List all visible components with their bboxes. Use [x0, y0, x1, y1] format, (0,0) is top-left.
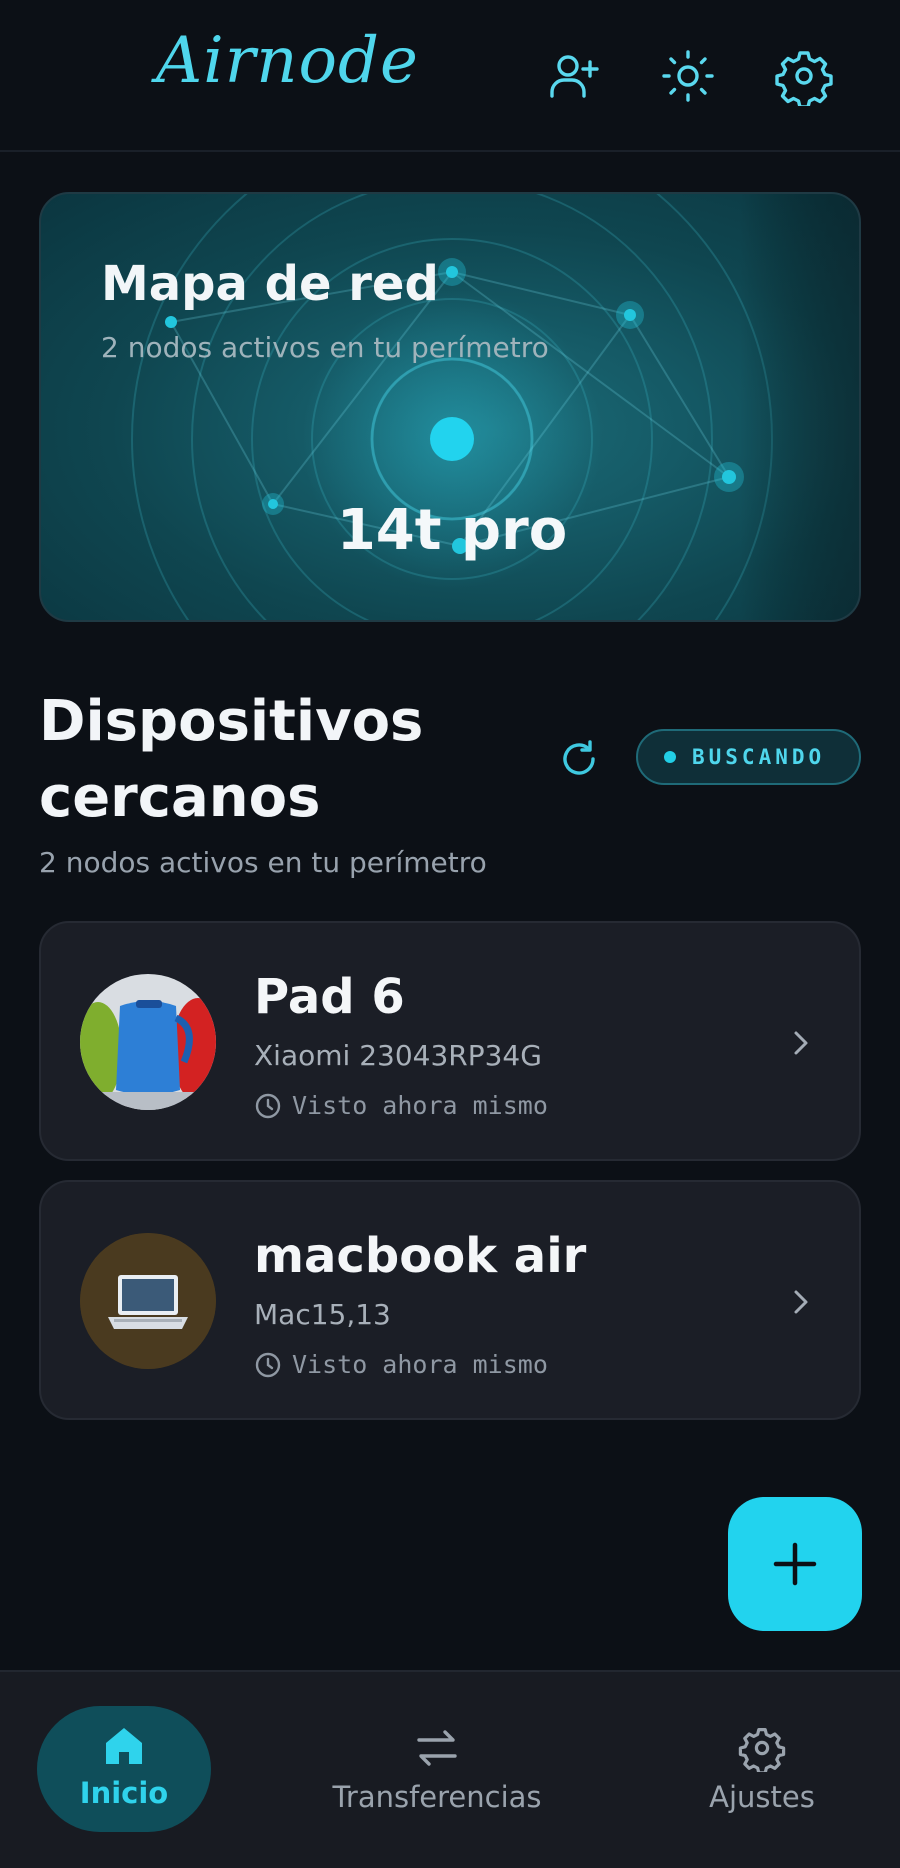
transfer-icon	[417, 1730, 457, 1766]
app-logo: Airnode	[156, 24, 419, 98]
gear-icon[interactable]	[774, 46, 834, 109]
add-user-icon[interactable]	[543, 46, 603, 106]
refresh-icon[interactable]	[556, 736, 602, 782]
nav-label: Inicio	[79, 1776, 169, 1810]
chevron-right-icon	[794, 1290, 808, 1314]
map-subtitle: 2 nodos activos en tu perímetro	[101, 331, 549, 364]
device-avatar	[80, 1233, 216, 1369]
nav-label: Ajustes	[709, 1780, 815, 1814]
scanning-status-badge: BUSCANDO	[636, 729, 861, 785]
top-header: Airnode	[0, 0, 900, 152]
device-card[interactable]: Pad 6 Xiaomi 23043RP34G Visto ahora mism…	[39, 921, 861, 1161]
map-title: Mapa de red	[101, 256, 439, 312]
clock-icon	[255, 1093, 281, 1118]
center-device-label: 14t pro	[336, 498, 568, 563]
device-name: macbook air	[254, 1228, 587, 1284]
nav-label: Transferencias	[332, 1780, 542, 1814]
section-subtitle: 2 nodos activos en tu perímetro	[39, 846, 487, 879]
clock-icon	[255, 1352, 281, 1377]
sun-icon[interactable]	[658, 46, 718, 106]
plus-icon	[773, 1542, 817, 1586]
nav-item-ajustes[interactable]: Ajustes	[702, 1724, 822, 1814]
device-last-seen: Visto ahora mismo	[254, 1350, 548, 1379]
chevron-right-icon	[794, 1031, 808, 1055]
device-card[interactable]: macbook air Mac15,13 Visto ahora mismo	[39, 1180, 861, 1420]
last-seen-label: Visto ahora mismo	[292, 1091, 548, 1120]
device-model: Mac15,13	[254, 1298, 391, 1331]
status-label: BUSCANDO	[692, 745, 826, 769]
device-name: Pad 6	[254, 969, 405, 1025]
last-seen-label: Visto ahora mismo	[292, 1350, 548, 1379]
status-dot	[664, 751, 676, 763]
device-last-seen: Visto ahora mismo	[254, 1091, 548, 1120]
network-map-card[interactable]: Mapa de red 2 nodos activos en tu períme…	[39, 192, 861, 622]
bottom-navigation: Inicio Transferencias Ajustes	[0, 1670, 900, 1868]
section-title: Dispositivos cercanos	[39, 689, 424, 830]
home-icon	[106, 1728, 142, 1764]
gear-icon	[738, 1728, 786, 1772]
nav-item-transferencias[interactable]: Transferencias	[332, 1724, 542, 1814]
device-avatar	[80, 974, 216, 1110]
nav-item-inicio[interactable]: Inicio	[37, 1706, 211, 1832]
device-model: Xiaomi 23043RP34G	[254, 1039, 542, 1072]
add-device-button[interactable]	[728, 1497, 862, 1631]
